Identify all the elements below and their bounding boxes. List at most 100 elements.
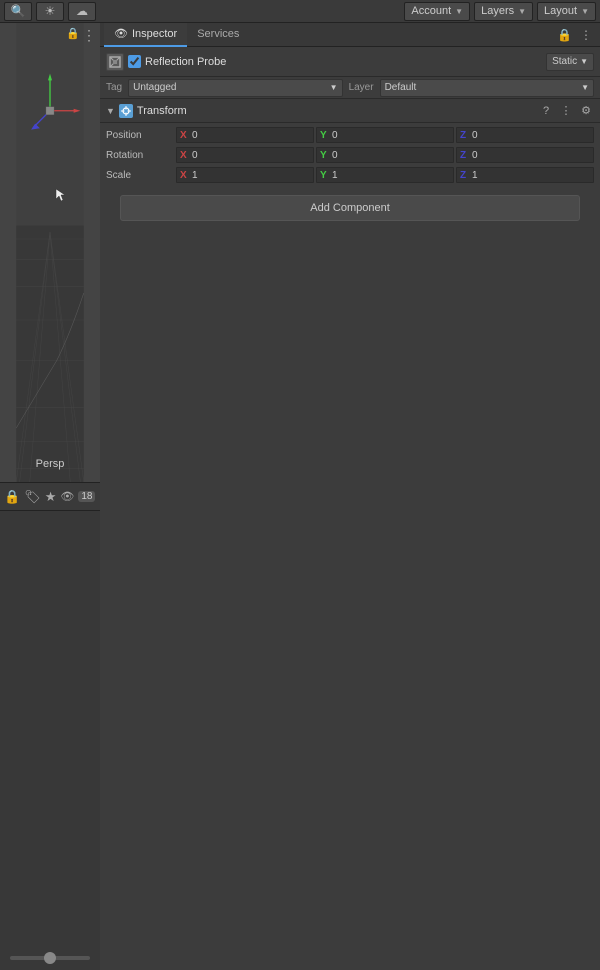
rotation-row: Rotation X 0 Y 0 Z 0 <box>100 145 600 165</box>
position-x-field[interactable]: X 0 <box>176 127 314 143</box>
static-chevron-icon: ▼ <box>580 57 588 66</box>
y-axis-label: Y <box>320 130 330 141</box>
scale-z-value: 1 <box>472 170 478 181</box>
account-dropdown[interactable]: Account ▼ <box>404 2 470 21</box>
object-header: Reflection Probe Static ▼ <box>100 47 600 77</box>
scale-z-axis-label: Z <box>460 170 470 181</box>
search-button[interactable]: 🔍 <box>4 2 32 21</box>
left-panel: Persp ⋮ 🔒 🔒 🏷 ★ 👁 18 <box>0 23 100 970</box>
tab-inspector[interactable]: 👁 Inspector <box>104 23 187 47</box>
scale-z-field[interactable]: Z 1 <box>456 167 594 183</box>
services-tab-label: Services <box>197 28 239 40</box>
badge-count: 18 <box>78 491 95 502</box>
cursor-pointer <box>55 188 61 194</box>
scale-y-field[interactable]: Y 1 <box>316 167 454 183</box>
static-button[interactable]: Static ▼ <box>546 53 594 71</box>
rotation-x-value: 0 <box>192 150 198 161</box>
position-xyz-group: X 0 Y 0 Z 0 <box>176 127 594 143</box>
lock-icon[interactable]: 🔒 <box>4 489 20 505</box>
scale-x-axis-label: X <box>180 170 190 181</box>
object-icon <box>106 53 124 71</box>
scene-view[interactable]: Persp ⋮ 🔒 <box>0 23 100 482</box>
inspector-empty-area <box>100 229 600 970</box>
static-label: Static <box>552 56 577 67</box>
tab-services[interactable]: Services <box>187 23 249 47</box>
rotation-x-axis-label: X <box>180 150 190 161</box>
object-active-checkbox[interactable] <box>128 55 141 68</box>
layer-label: Layer <box>349 82 374 93</box>
scale-y-value: 1 <box>332 170 338 181</box>
cloud-button[interactable]: ☁ <box>68 2 96 21</box>
scale-row: Scale X 1 Y 1 Z 1 <box>100 165 600 185</box>
star-icon[interactable]: ★ <box>45 489 57 505</box>
more-tab-icon[interactable]: ⋮ <box>576 28 596 42</box>
rotation-x-field[interactable]: X 0 <box>176 147 314 163</box>
tab-bar: 👁 Inspector Services 🔒 ⋮ <box>100 23 600 47</box>
add-component-label: Add Component <box>310 202 390 214</box>
layout-chevron-icon: ▼ <box>581 7 589 16</box>
z-axis-label: Z <box>460 130 470 141</box>
rotation-z-value: 0 <box>472 150 478 161</box>
account-chevron-icon: ▼ <box>455 7 463 16</box>
eye-icon: 👁 <box>60 490 74 503</box>
object-name: Reflection Probe <box>145 56 542 68</box>
rotation-label: Rotation <box>106 150 174 161</box>
position-row: Position X 0 Y 0 Z 0 <box>100 125 600 145</box>
search-icon: 🔍 <box>11 4 26 18</box>
transform-component-header[interactable]: ▼ Transform ? ⋮ ⚙ <box>100 99 600 123</box>
position-x-value: 0 <box>192 130 198 141</box>
rotation-y-value: 0 <box>332 150 338 161</box>
tag-value: Untagged <box>133 82 176 93</box>
add-component-button[interactable]: Add Component <box>120 195 580 221</box>
tag-chevron-icon: ▼ <box>330 83 338 92</box>
position-z-value: 0 <box>472 130 478 141</box>
rotation-y-field[interactable]: Y 0 <box>316 147 454 163</box>
tag-label: Tag <box>106 82 122 93</box>
position-y-field[interactable]: Y 0 <box>316 127 454 143</box>
tag-select[interactable]: Untagged ▼ <box>128 79 342 97</box>
slider-thumb[interactable] <box>44 952 56 964</box>
tag-icon[interactable]: 🏷 <box>24 489 41 505</box>
rotation-xyz-group: X 0 Y 0 Z 0 <box>176 147 594 163</box>
layer-value: Default <box>385 82 417 93</box>
bottom-empty-panel <box>0 510 100 970</box>
lock-tab-icon[interactable]: 🔒 <box>553 28 576 42</box>
scene-menu-icon[interactable]: ⋮ <box>82 27 96 44</box>
transform-fields: Position X 0 Y 0 Z 0 <box>100 123 600 187</box>
position-y-value: 0 <box>332 130 338 141</box>
scale-x-value: 1 <box>192 170 198 181</box>
transform-collapse-icon: ▼ <box>106 106 115 116</box>
layer-select[interactable]: Default ▼ <box>380 79 594 97</box>
tag-layer-row: Tag Untagged ▼ Layer Default ▼ <box>100 77 600 99</box>
layers-label: Layers <box>481 5 514 17</box>
layers-dropdown[interactable]: Layers ▼ <box>474 2 533 21</box>
scale-x-field[interactable]: X 1 <box>176 167 314 183</box>
layers-chevron-icon: ▼ <box>518 7 526 16</box>
persp-label: Persp <box>36 458 65 470</box>
top-bar: 🔍 ☀ ☁ Account ▼ Layers ▼ Layout ▼ <box>0 0 600 23</box>
scale-label: Scale <box>106 170 174 181</box>
transform-settings-button[interactable]: ⚙ <box>578 103 594 119</box>
scale-y-axis-label: Y <box>320 170 330 181</box>
x-axis-label: X <box>180 130 190 141</box>
main-layout: Persp ⋮ 🔒 🔒 🏷 ★ 👁 18 <box>0 23 600 970</box>
layout-label: Layout <box>544 5 577 17</box>
layout-dropdown[interactable]: Layout ▼ <box>537 2 596 21</box>
sun-icon: ☀ <box>45 4 56 18</box>
account-label: Account <box>411 5 451 17</box>
scale-xyz-group: X 1 Y 1 Z 1 <box>176 167 594 183</box>
scene-bottom-bar: 🔒 🏷 ★ 👁 18 <box>0 482 100 510</box>
scene-lock-icon[interactable]: 🔒 <box>66 27 80 40</box>
rotation-y-axis-label: Y <box>320 150 330 161</box>
transform-component-icon <box>119 104 133 118</box>
sun-button[interactable]: ☀ <box>36 2 64 21</box>
rotation-z-field[interactable]: Z 0 <box>456 147 594 163</box>
rotation-z-axis-label: Z <box>460 150 470 161</box>
transform-more-button[interactable]: ⋮ <box>558 103 574 119</box>
transform-help-button[interactable]: ? <box>538 103 554 119</box>
position-z-field[interactable]: Z 0 <box>456 127 594 143</box>
position-label: Position <box>106 130 174 141</box>
transform-component-name: Transform <box>137 105 534 117</box>
cloud-icon: ☁ <box>76 4 88 18</box>
panel-slider[interactable] <box>10 956 90 960</box>
